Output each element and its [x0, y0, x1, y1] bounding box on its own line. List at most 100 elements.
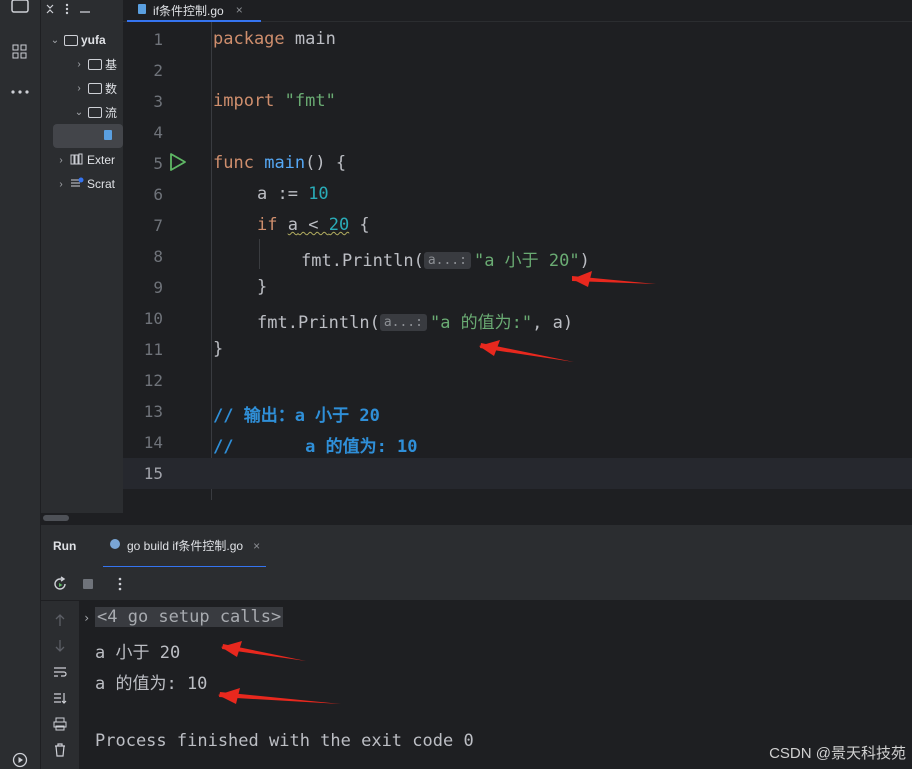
watermark: CSDN @景天科技苑 [769, 745, 906, 762]
tree-item-label: 流 [105, 105, 118, 120]
tree-item-label: 基 [105, 57, 118, 72]
run-side-toolbar [41, 601, 79, 769]
tree-item-label: yufa [81, 33, 106, 47]
line-number: 6 [153, 185, 163, 204]
run-gutter-icon[interactable] [169, 152, 187, 176]
console-line: a 的值为: 10 [95, 674, 208, 694]
options-icon[interactable] [65, 3, 69, 18]
line-number: 1 [153, 30, 163, 49]
trash-icon[interactable] [51, 741, 69, 759]
code-editor[interactable]: 1 package main 2 3 import "fmt" 4 5 func… [123, 22, 912, 500]
project-icon[interactable] [8, 0, 32, 18]
chevron-right-icon: › [77, 82, 81, 94]
line-number: 3 [153, 92, 163, 111]
line-number: 2 [153, 61, 163, 80]
hide-icon[interactable] [79, 3, 91, 17]
parameter-hint: a...: [423, 252, 471, 269]
tab-if-go[interactable]: if条件控制.go × [127, 0, 261, 22]
code-text: } [213, 339, 224, 359]
project-header [41, 0, 123, 20]
scroll-to-end-icon[interactable] [51, 689, 69, 707]
soft-wrap-icon[interactable] [51, 663, 69, 681]
line-number: 15 [143, 464, 163, 483]
tree-item-external-libraries[interactable]: › Exter [41, 148, 123, 172]
line-number: 8 [153, 247, 163, 266]
line-number: 4 [153, 123, 163, 142]
run-config-tab[interactable]: go build if条件控制.go × [103, 525, 267, 568]
scrollbar-thumb[interactable] [43, 515, 69, 521]
more-options-icon[interactable] [111, 575, 129, 593]
code-line: 4 [123, 117, 912, 148]
project-tool-window: ⌄ yufa › 基 › 数 ⌄ 流 › Exter › Scrat [41, 0, 123, 513]
structure-icon[interactable] [8, 40, 32, 64]
line-number: 13 [143, 402, 163, 421]
code-text: import "fmt" [213, 91, 336, 111]
code-line: 6 a := 10 [123, 179, 912, 210]
code-line: 12 [123, 365, 912, 396]
code-text: fmt.Println(a...: "a 小于 20") [301, 251, 590, 271]
chevron-right-icon[interactable]: › [83, 611, 90, 625]
arrow-up-icon[interactable] [51, 611, 69, 629]
run-panel-title: Run [53, 539, 77, 553]
chevron-right-icon: › [59, 178, 63, 190]
code-line: 7 if a < 20 { [123, 210, 912, 241]
code-line: 1 package main [123, 24, 912, 55]
folder-icon [88, 58, 102, 70]
go-build-icon [109, 538, 121, 553]
editor-tabs: if条件控制.go × [123, 0, 912, 22]
line-number: 10 [143, 309, 163, 328]
line-number: 12 [143, 371, 163, 390]
code-line: 11 } [123, 334, 912, 365]
code-line: 3 import "fmt" [123, 86, 912, 117]
arrow-down-icon[interactable] [51, 637, 69, 655]
folder-icon [88, 106, 102, 118]
tree-item-label: 数 [105, 81, 118, 96]
panel-splitter[interactable] [41, 513, 912, 524]
console-folded-region[interactable]: <4 go setup calls> [95, 607, 284, 627]
tab-label: if条件控制.go [153, 3, 224, 18]
collapse-all-icon[interactable] [45, 3, 55, 17]
code-line: 13 // 输出：a 小于 20 [123, 396, 912, 427]
code-text: a := 10 [257, 184, 329, 204]
line-number: 5 [153, 154, 163, 173]
folder-icon [64, 34, 78, 46]
rerun-icon[interactable] [51, 575, 69, 593]
code-comment: // a 的值为: 10 [213, 437, 418, 457]
services-icon[interactable] [8, 748, 32, 769]
code-line: 9 } [123, 272, 912, 303]
tree-item-folder[interactable]: › 数 [41, 76, 123, 100]
code-comment: // 输出：a 小于 20 [213, 406, 380, 426]
code-line: 14 // a 的值为: 10 [123, 427, 912, 458]
tree-item-label: Exter [87, 153, 116, 167]
tree-item-folder[interactable]: ⌄ 流 [41, 100, 123, 124]
chevron-down-icon: ⌄ [74, 106, 84, 118]
tree-item-root[interactable]: ⌄ yufa [41, 28, 123, 52]
tree-item-label: Scrat [87, 177, 116, 191]
print-icon[interactable] [51, 715, 69, 733]
run-panel-header: Run go build if条件控制.go × [41, 524, 912, 568]
line-number: 11 [143, 340, 163, 359]
console-line: a 小于 20 [95, 643, 181, 663]
code-text: package main [213, 29, 336, 49]
code-line: 8 fmt.Println(a...: "a 小于 20") [123, 241, 912, 272]
chevron-right-icon: › [77, 58, 81, 70]
stop-icon[interactable] [79, 575, 97, 593]
tree-item-scratches[interactable]: › Scrat [41, 172, 123, 196]
code-text: } [257, 277, 268, 297]
console-line: Process finished with the exit code 0 [95, 731, 474, 751]
close-tab-icon[interactable]: × [236, 3, 243, 17]
code-line-current: 15 [123, 458, 912, 489]
line-number: 7 [153, 216, 163, 235]
more-tools-icon[interactable] [8, 80, 32, 104]
run-toolbar [41, 567, 912, 601]
line-number: 14 [143, 433, 163, 452]
tree-item-file-selected[interactable] [53, 124, 123, 148]
tree-item-folder[interactable]: › 基 [41, 52, 123, 76]
parameter-hint: a...: [379, 314, 427, 331]
run-tab-label: go build if条件控制.go [127, 539, 244, 553]
code-text: func main() { [213, 153, 347, 173]
close-run-tab-icon[interactable]: × [253, 539, 260, 553]
go-file-icon [137, 3, 147, 18]
activity-bar [0, 0, 41, 769]
code-line: 10 fmt.Println(a...: "a 的值为:", a) [123, 303, 912, 334]
